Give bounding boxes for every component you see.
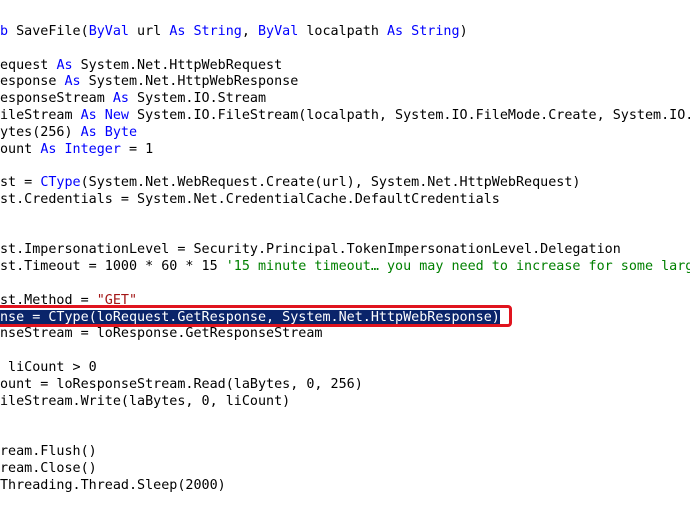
code-token: st.Credentials = System.Net.CredentialCa… — [0, 192, 500, 207]
code-token: ) — [459, 24, 468, 39]
code-token: As Byte — [80, 124, 138, 140]
code-token: As Integer — [40, 141, 121, 157]
code-token: st = — [0, 175, 41, 191]
code-line[interactable]: ount As Integer = 1 — [0, 142, 153, 158]
code-token: (loRequest.GetResponse, System.Net.HttpW… — [88, 309, 500, 325]
code-token: As — [64, 74, 81, 90]
code-line[interactable]: ount = loResponseStream.Read(laBytes, 0,… — [0, 377, 363, 393]
code-line[interactable]: st.Timeout = 1000 * 60 * 15 '15 minute t… — [0, 259, 690, 275]
code-token: As String — [169, 24, 242, 39]
code-token: ount — [0, 141, 41, 157]
code-token: (System.Net.WebRequest.Create(url), Syst… — [80, 175, 581, 191]
code-token: System.Net.HttpWebResponse — [80, 74, 299, 90]
code-token: CType — [40, 175, 81, 191]
code-token: st.ImpersonationLevel = Security.Princip… — [0, 242, 621, 258]
code-token: esponse — [0, 74, 65, 90]
code-line[interactable]: liCount > 0 — [0, 360, 97, 376]
code-line-selected[interactable]: nse = CType(loRequest.GetResponse, Syste… — [0, 309, 500, 326]
code-line[interactable]: st.Method = "GET" — [0, 293, 137, 309]
code-token: SaveFile( — [16, 24, 89, 39]
code-editor[interactable]: b SaveFile(ByVal url As String, ByVal lo… — [0, 0, 690, 518]
code-token: url — [129, 24, 170, 39]
code-token: st.Method = — [0, 292, 97, 308]
code-line[interactable]: equest As System.Net.HttpWebRequest — [0, 58, 282, 74]
code-token: nse = — [0, 309, 49, 325]
code-line[interactable]: ream.Flush() — [0, 444, 97, 460]
code-token: localpath — [298, 24, 387, 39]
code-line[interactable]: esponse As System.Net.HttpWebResponse — [0, 74, 298, 90]
code-line[interactable]: ream.Close() — [0, 461, 97, 477]
code-token: = 1 — [120, 141, 154, 157]
code-line[interactable]: st.Credentials = System.Net.CredentialCa… — [0, 192, 500, 208]
code-token: b — [0, 24, 17, 39]
code-line[interactable]: b SaveFile(ByVal url As String, ByVal lo… — [0, 24, 468, 40]
code-token: ByVal — [88, 24, 129, 39]
code-token: As — [56, 57, 73, 73]
code-token: System.Net.HttpWebRequest — [72, 57, 283, 73]
code-line[interactable]: esponseStream As System.IO.Stream — [0, 91, 266, 107]
code-token: nseStream = loResponse.GetResponseStream — [0, 326, 323, 342]
code-token: esponseStream — [0, 91, 113, 107]
code-token: ileStream — [0, 108, 81, 123]
code-token: ream.Flush() — [0, 444, 97, 459]
code-token: Threading.Thread.Sleep(2000) — [0, 477, 226, 493]
code-line[interactable]: st = CType(System.Net.WebRequest.Create(… — [0, 175, 580, 191]
code-token: , — [241, 24, 258, 39]
code-token: ByVal — [258, 24, 299, 39]
code-line[interactable]: nseStream = loResponse.GetResponseStream — [0, 326, 322, 342]
code-token: ount = loResponseStream.Read(laBytes, 0,… — [0, 376, 363, 392]
code-token: "GET" — [96, 292, 138, 308]
code-line[interactable]: ileStream As New System.IO.FileStream(lo… — [0, 108, 690, 124]
code-token: ream.Close() — [0, 460, 97, 476]
code-token: As — [112, 91, 129, 107]
code-token: liCount > 0 — [0, 360, 97, 375]
code-token: As New — [80, 108, 129, 123]
code-line[interactable]: Threading.Thread.Sleep(2000) — [0, 478, 226, 494]
code-token: ytes(256) — [0, 124, 81, 140]
code-line[interactable]: ileStream.Write(laBytes, 0, liCount) — [0, 394, 290, 410]
code-token: CType — [48, 309, 89, 325]
code-line[interactable]: ytes(256) As Byte — [0, 125, 137, 141]
code-token: '15 minute timeout… you may need to incr… — [225, 259, 690, 275]
code-token: ileStream.Write(laBytes, 0, liCount) — [0, 393, 291, 409]
code-token: equest — [0, 57, 57, 73]
code-token: System.IO.Stream — [129, 91, 267, 107]
code-token: st.Timeout = 1000 * 60 * 15 — [0, 259, 226, 275]
code-token: System.IO.FileStream(localpath, System.I… — [129, 108, 690, 123]
code-token: As String — [387, 24, 460, 39]
code-line[interactable]: st.ImpersonationLevel = Security.Princip… — [0, 242, 621, 258]
